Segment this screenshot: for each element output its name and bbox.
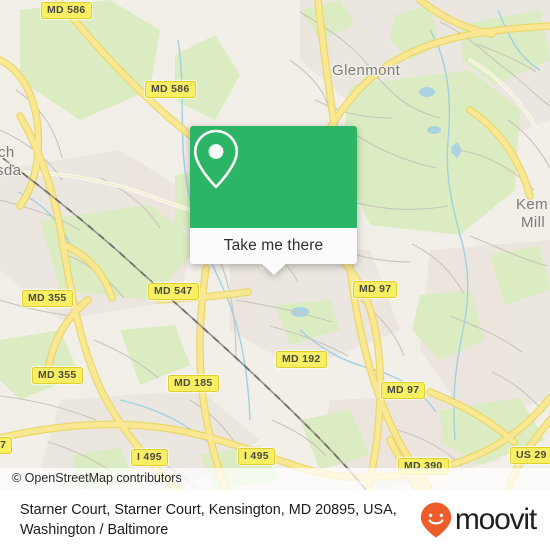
- shield-md-355-north[interactable]: MD 355: [22, 290, 73, 307]
- shield-md-97-north[interactable]: MD 97: [353, 281, 398, 298]
- shield-md-97-south[interactable]: MD 97: [381, 382, 426, 399]
- map-canvas[interactable]: Glenmont Kem Mill ch sda MD 586 MD 586 M…: [0, 0, 550, 490]
- callout-action-area[interactable]: Take me there: [190, 228, 357, 275]
- take-me-there-label: Take me there: [223, 237, 324, 254]
- shield-md-547[interactable]: MD 547: [148, 283, 199, 300]
- shield-i-495-west[interactable]: I 495: [131, 449, 168, 466]
- shield-route-37[interactable]: 37: [0, 437, 13, 454]
- moovit-pin-smiley-icon: [420, 502, 452, 538]
- footer-bar: Starner Court, Starner Court, Kensington…: [0, 490, 550, 550]
- moovit-map-screenshot: Glenmont Kem Mill ch sda MD 586 MD 586 M…: [0, 0, 550, 550]
- location-address: Starner Court, Starner Court, Kensington…: [20, 502, 397, 538]
- shield-md-355-south[interactable]: MD 355: [32, 367, 83, 384]
- shield-us-29[interactable]: US 29: [510, 447, 550, 464]
- callout-icon-area: [190, 126, 357, 228]
- moovit-brand[interactable]: moovit: [419, 501, 550, 539]
- shield-md-185[interactable]: MD 185: [168, 375, 219, 392]
- shield-md-586-north[interactable]: MD 586: [41, 2, 92, 19]
- osm-attribution[interactable]: © OpenStreetMap contributors: [0, 468, 550, 490]
- shield-i-495-east[interactable]: I 495: [238, 448, 275, 465]
- callout-tail-pointer: [261, 264, 286, 275]
- shield-md-586[interactable]: MD 586: [145, 81, 196, 98]
- take-me-there-callout[interactable]: Take me there: [190, 126, 357, 275]
- shield-md-192[interactable]: MD 192: [276, 351, 327, 368]
- map-pin-icon: [193, 129, 239, 189]
- moovit-wordmark: moovit: [454, 503, 537, 536]
